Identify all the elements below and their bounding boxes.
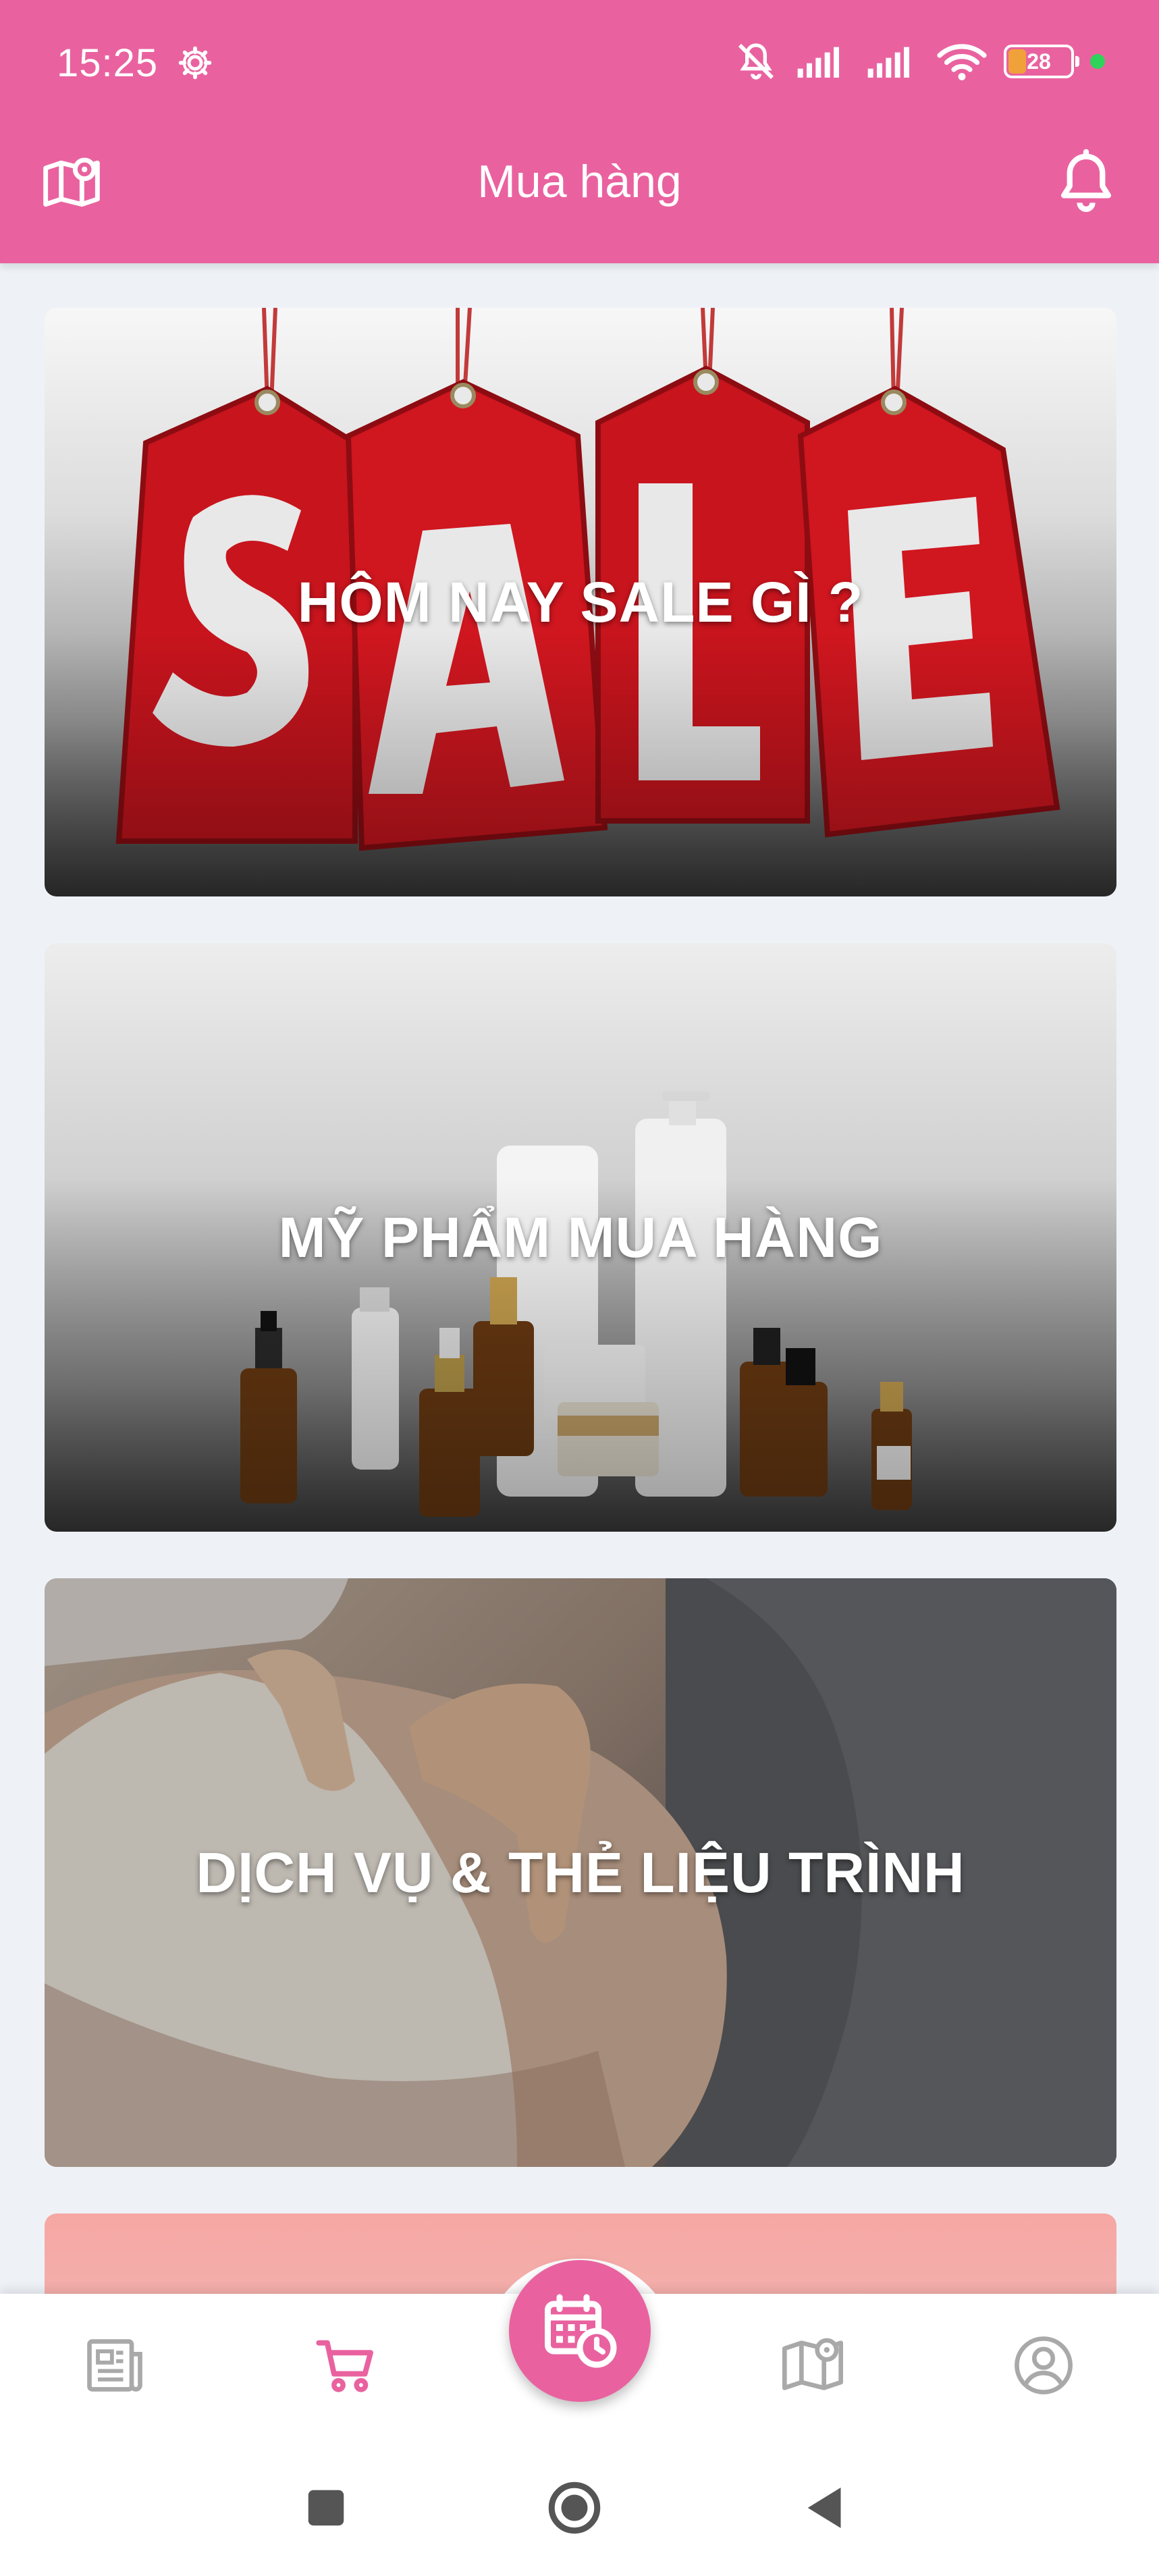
user-icon <box>1015 2336 1073 2394</box>
cart-icon <box>316 2340 373 2392</box>
page-title: Mua hàng <box>477 156 682 207</box>
tab-map[interactable] <box>779 2332 846 2399</box>
bell-off-icon <box>738 43 774 80</box>
cosmetics-card[interactable]: MỸ PHẨM MUA HÀNG <box>45 943 1116 1532</box>
tab-cart[interactable] <box>313 2332 381 2399</box>
booking-fab[interactable] <box>509 2260 651 2402</box>
wifi-icon <box>937 44 987 80</box>
tab-news[interactable] <box>81 2332 149 2399</box>
app-header: Mua hàng <box>0 128 1159 263</box>
bell-icon[interactable] <box>1051 147 1121 217</box>
system-nav-bar <box>0 2437 1159 2576</box>
sale-card-label: HÔM NAY SALE GÌ ? <box>297 570 864 634</box>
status-icons: 28 <box>732 38 1105 85</box>
signal-icon <box>797 47 839 78</box>
privacy-dot <box>1090 54 1105 69</box>
recent-apps-icon[interactable] <box>296 2477 356 2538</box>
services-card[interactable]: DỊCH VỤ & THẺ LIỆU TRÌNH <box>45 1578 1116 2167</box>
home-icon[interactable] <box>544 2477 605 2538</box>
top-app-bar: 15:25 28 Mua hàng <box>0 0 1159 263</box>
services-card-label: DỊCH VỤ & THẺ LIỆU TRÌNH <box>196 1840 965 1904</box>
status-time: 15:25 <box>57 41 159 85</box>
cosmetics-card-label: MỸ PHẨM MUA HÀNG <box>278 1205 883 1269</box>
calendar-clock-icon <box>545 2294 617 2368</box>
gear-icon <box>178 46 212 80</box>
back-icon[interactable] <box>795 2477 856 2538</box>
status-bar: 15:25 28 <box>0 0 1159 128</box>
tab-user[interactable] <box>1010 2332 1077 2399</box>
newspaper-icon <box>87 2339 142 2392</box>
battery-indicator: 28 <box>1004 45 1079 78</box>
battery-level: 28 <box>1027 49 1051 74</box>
sale-card[interactable]: HÔM NAY SALE GÌ ? <box>45 308 1116 896</box>
map-icon <box>782 2338 843 2390</box>
signal-icon-2 <box>867 47 909 78</box>
